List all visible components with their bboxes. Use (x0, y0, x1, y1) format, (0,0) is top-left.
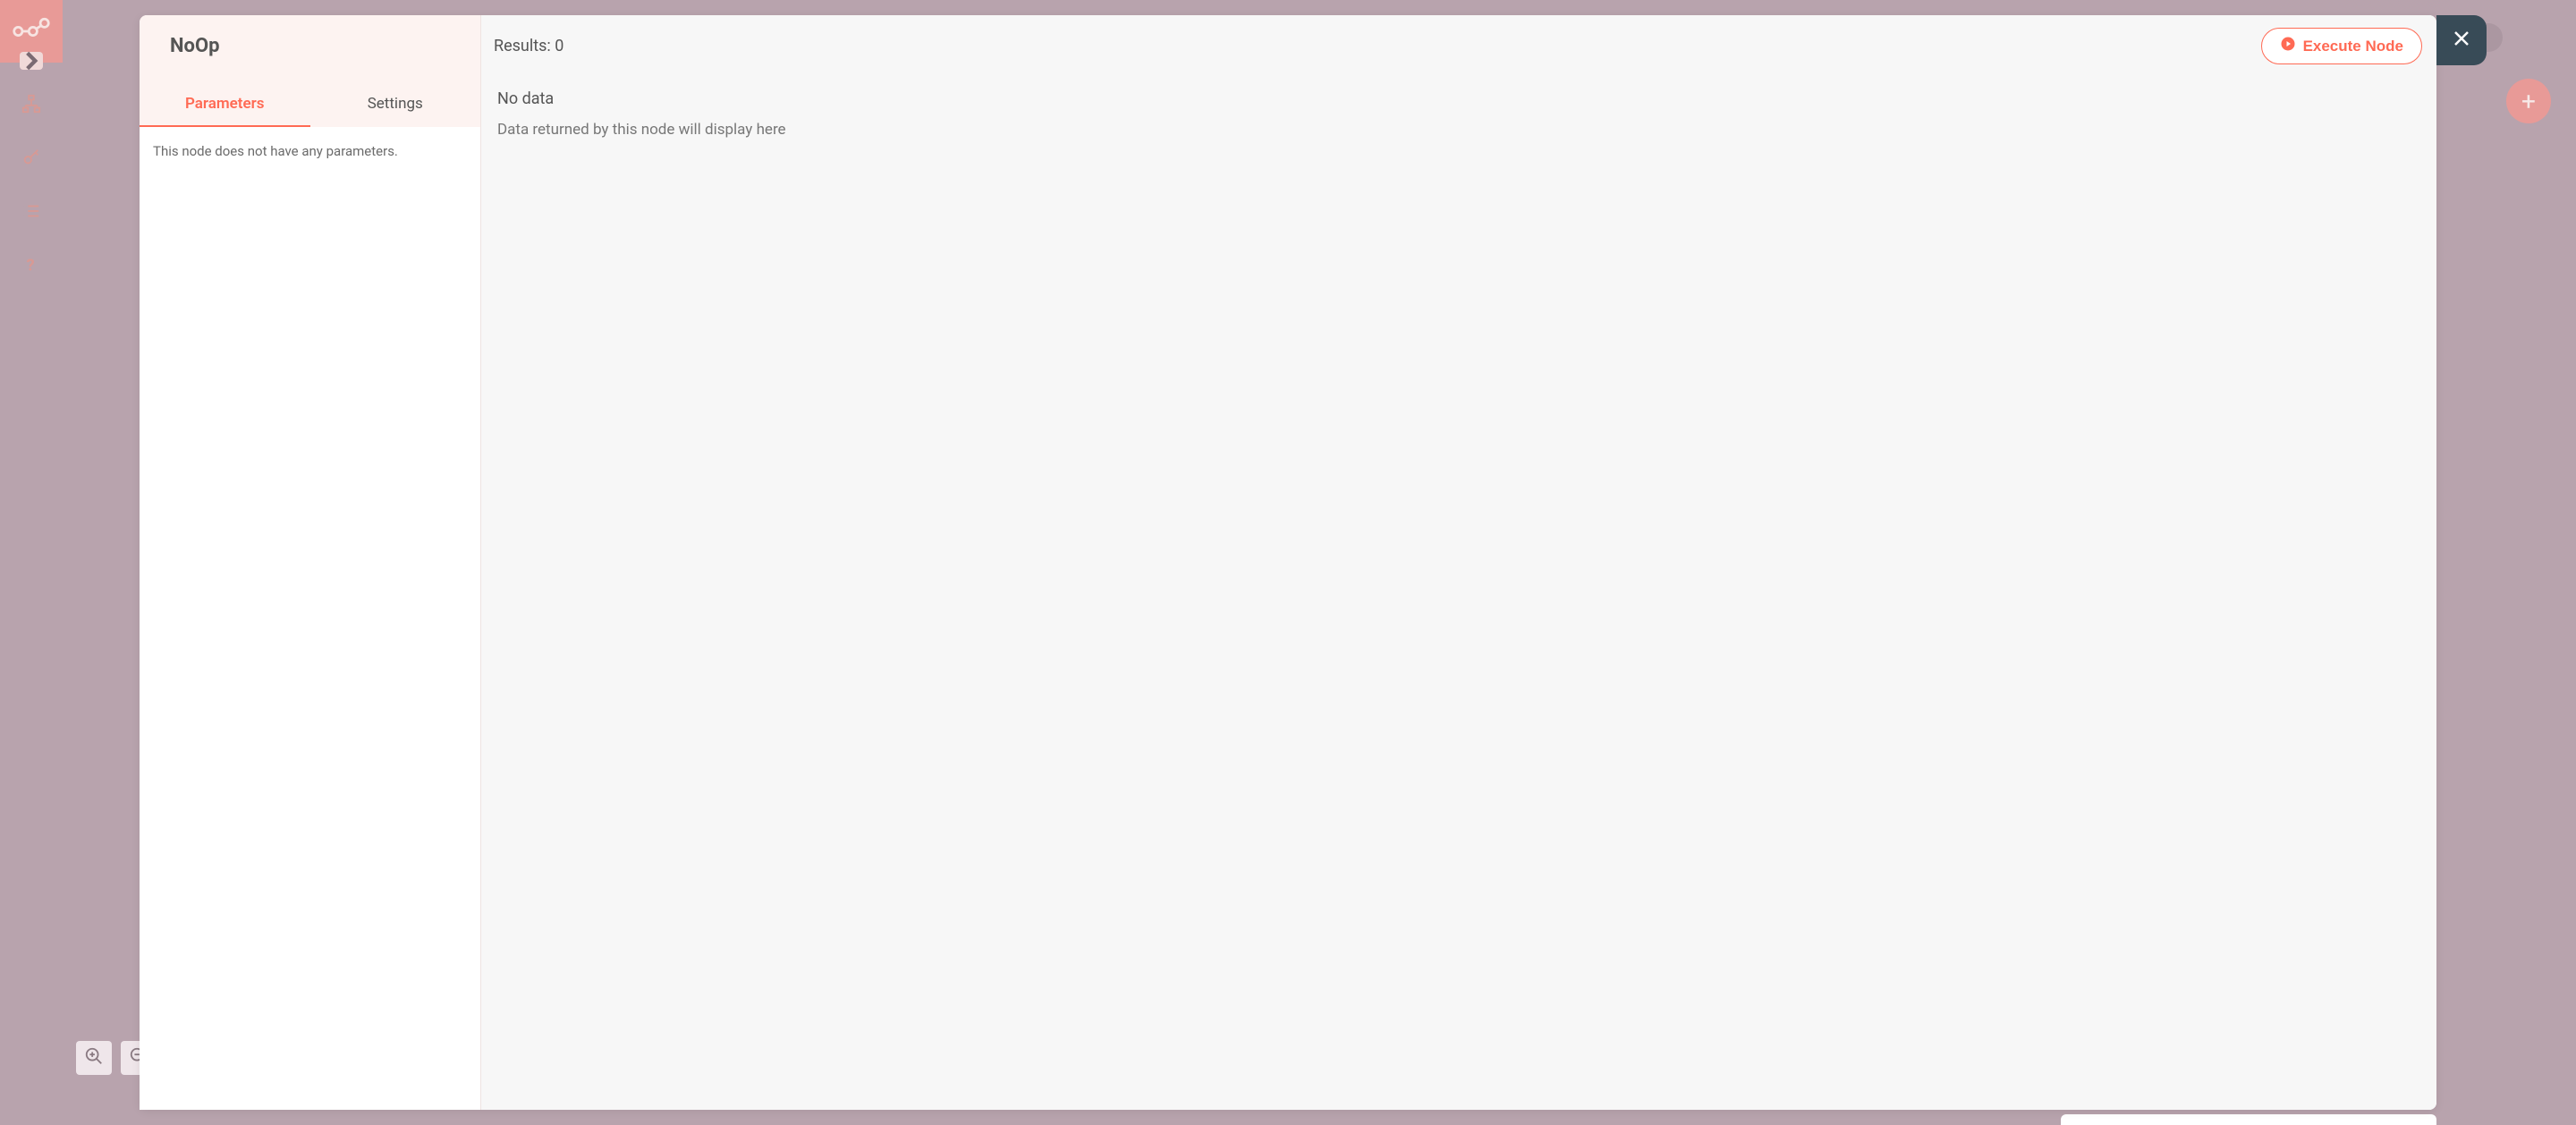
sidebar-item-executions[interactable] (0, 186, 63, 240)
plus-icon: + (2521, 87, 2536, 116)
no-data-label: No data (497, 89, 2420, 108)
bottom-panel-peek (2061, 1114, 2436, 1125)
close-icon (2451, 28, 2472, 53)
parameters-body: This node does not have any parameters. (140, 127, 480, 1110)
add-node-button[interactable]: + (2506, 79, 2551, 123)
question-icon: ? (21, 255, 41, 278)
results-count-label: Results: 0 (494, 37, 564, 55)
close-button[interactable] (2436, 15, 2487, 65)
sidebar: ? (0, 0, 63, 1125)
node-config-panel: NoOp Parameters Settings This node does … (140, 15, 481, 1110)
sidebar-expand-toggle[interactable] (20, 52, 43, 70)
zoom-in-icon (84, 1046, 104, 1070)
list-icon (21, 201, 41, 224)
tab-parameters[interactable]: Parameters (140, 82, 310, 127)
key-icon (21, 148, 41, 171)
config-tabs: Parameters Settings (140, 82, 480, 127)
sidebar-item-credentials[interactable] (0, 132, 63, 186)
node-results-panel: Results: 0 Execute Node No data Data ret… (481, 15, 2436, 1110)
execute-node-button[interactable]: Execute Node (2261, 28, 2422, 64)
node-editor-dialog: NoOp Parameters Settings This node does … (140, 15, 2436, 1110)
sidebar-item-workflows[interactable] (0, 79, 63, 132)
tab-settings[interactable]: Settings (310, 82, 481, 127)
sidebar-item-help[interactable]: ? (0, 240, 63, 293)
node-title: NoOp (170, 35, 450, 57)
play-circle-icon (2280, 36, 2296, 56)
sitemap-icon (21, 94, 41, 117)
data-hint-text: Data returned by this node will display … (497, 121, 2420, 139)
app-logo[interactable] (0, 0, 63, 63)
zoom-in-button[interactable] (76, 1041, 112, 1075)
svg-text:?: ? (27, 256, 35, 275)
execute-node-label: Execute Node (2303, 38, 2403, 55)
parameters-empty-text: This node does not have any parameters. (153, 143, 398, 159)
